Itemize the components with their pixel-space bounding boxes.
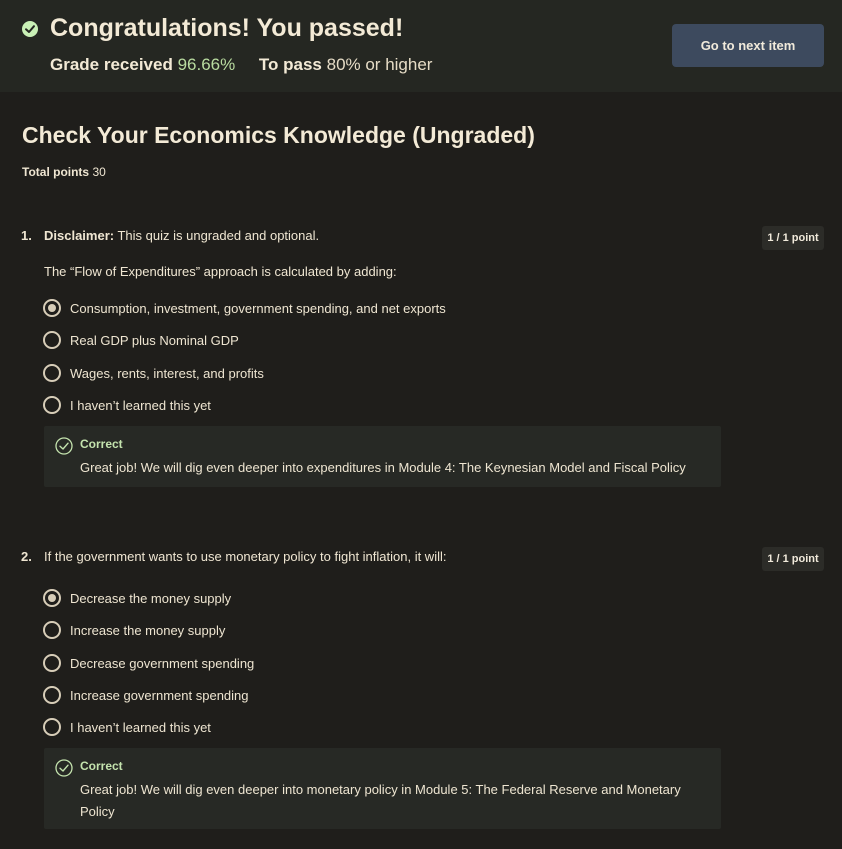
feedback-panel: Correct Great job! We will dig even deep… xyxy=(44,748,721,829)
go-to-next-item-button[interactable]: Go to next item xyxy=(672,24,824,67)
radio-icon[interactable] xyxy=(43,654,61,672)
question-subtext: The “Flow of Expenditures” approach is c… xyxy=(44,264,397,279)
check-circle-icon xyxy=(22,21,38,37)
radio-icon[interactable] xyxy=(43,331,61,349)
option-label: Consumption, investment, government spen… xyxy=(70,300,446,316)
option-label: Wages, rents, interest, and profits xyxy=(70,365,264,381)
correct-check-icon xyxy=(55,759,73,777)
option-label: Decrease government spending xyxy=(70,655,255,671)
quiz-title: Check Your Economics Knowledge (Ungraded… xyxy=(22,122,535,148)
answer-option[interactable]: Decrease the money supply xyxy=(43,588,231,608)
option-label: Increase the money supply xyxy=(70,622,226,638)
radio-selected-icon[interactable] xyxy=(43,589,61,607)
question-text: If the government wants to use monetary … xyxy=(44,549,446,564)
total-points: Total points 30 xyxy=(22,165,106,179)
radio-icon[interactable] xyxy=(43,621,61,639)
total-points-value: 30 xyxy=(92,165,106,179)
radio-icon[interactable] xyxy=(43,718,61,736)
feedback-status: Correct xyxy=(80,437,123,451)
radio-selected-icon[interactable] xyxy=(43,299,61,317)
pass-banner: Congratulations! You passed! Grade recei… xyxy=(0,0,842,92)
points-badge: 1 / 1 point xyxy=(762,547,824,571)
radio-icon[interactable] xyxy=(43,686,61,704)
correct-check-icon xyxy=(55,437,73,455)
grade-summary: Grade received 96.66% To pass 80% or hig… xyxy=(50,55,432,75)
feedback-panel: Correct Great job! We will dig even deep… xyxy=(44,426,721,487)
pass-label: To pass xyxy=(258,55,322,74)
answer-option[interactable]: I haven’t learned this yet xyxy=(43,717,211,737)
answer-option[interactable]: Real GDP plus Nominal GDP xyxy=(43,330,239,350)
banner-title: Congratulations! You passed! xyxy=(50,14,404,42)
answer-option[interactable]: Increase the money supply xyxy=(43,620,225,640)
feedback-text: Great job! We will dig even deeper into … xyxy=(80,782,681,819)
grade-value: 96.66% xyxy=(177,55,236,74)
option-label: Increase government spending xyxy=(70,687,249,703)
option-label: Real GDP plus Nominal GDP xyxy=(70,332,239,348)
question-number: 1. xyxy=(21,228,32,243)
answer-option[interactable]: Decrease government spending xyxy=(43,653,254,673)
option-label: I haven’t learned this yet xyxy=(70,719,211,735)
question-body: If the government wants to use monetary … xyxy=(44,549,447,564)
answer-option[interactable]: Consumption, investment, government spen… xyxy=(43,298,446,318)
pass-value: 80% or higher xyxy=(326,55,433,74)
question-number: 2. xyxy=(21,549,32,564)
answer-option[interactable]: I haven’t learned this yet xyxy=(43,395,211,415)
question-body: This quiz is ungraded and optional. xyxy=(117,228,320,243)
points-badge: 1 / 1 point xyxy=(762,226,824,250)
radio-icon[interactable] xyxy=(43,396,61,414)
option-label: I haven’t learned this yet xyxy=(70,397,211,413)
radio-icon[interactable] xyxy=(43,364,61,382)
question-text: Disclaimer: This quiz is ungraded and op… xyxy=(44,228,319,243)
option-label: Decrease the money supply xyxy=(70,590,232,606)
feedback-text: Great job! We will dig even deeper into … xyxy=(80,460,686,475)
total-points-label: Total points xyxy=(22,165,90,179)
answer-option[interactable]: Wages, rents, interest, and profits xyxy=(43,363,264,383)
grade-label: Grade received xyxy=(50,55,173,74)
question-prefix: Disclaimer: xyxy=(44,228,115,243)
feedback-status: Correct xyxy=(80,759,123,773)
answer-option[interactable]: Increase government spending xyxy=(43,685,249,705)
